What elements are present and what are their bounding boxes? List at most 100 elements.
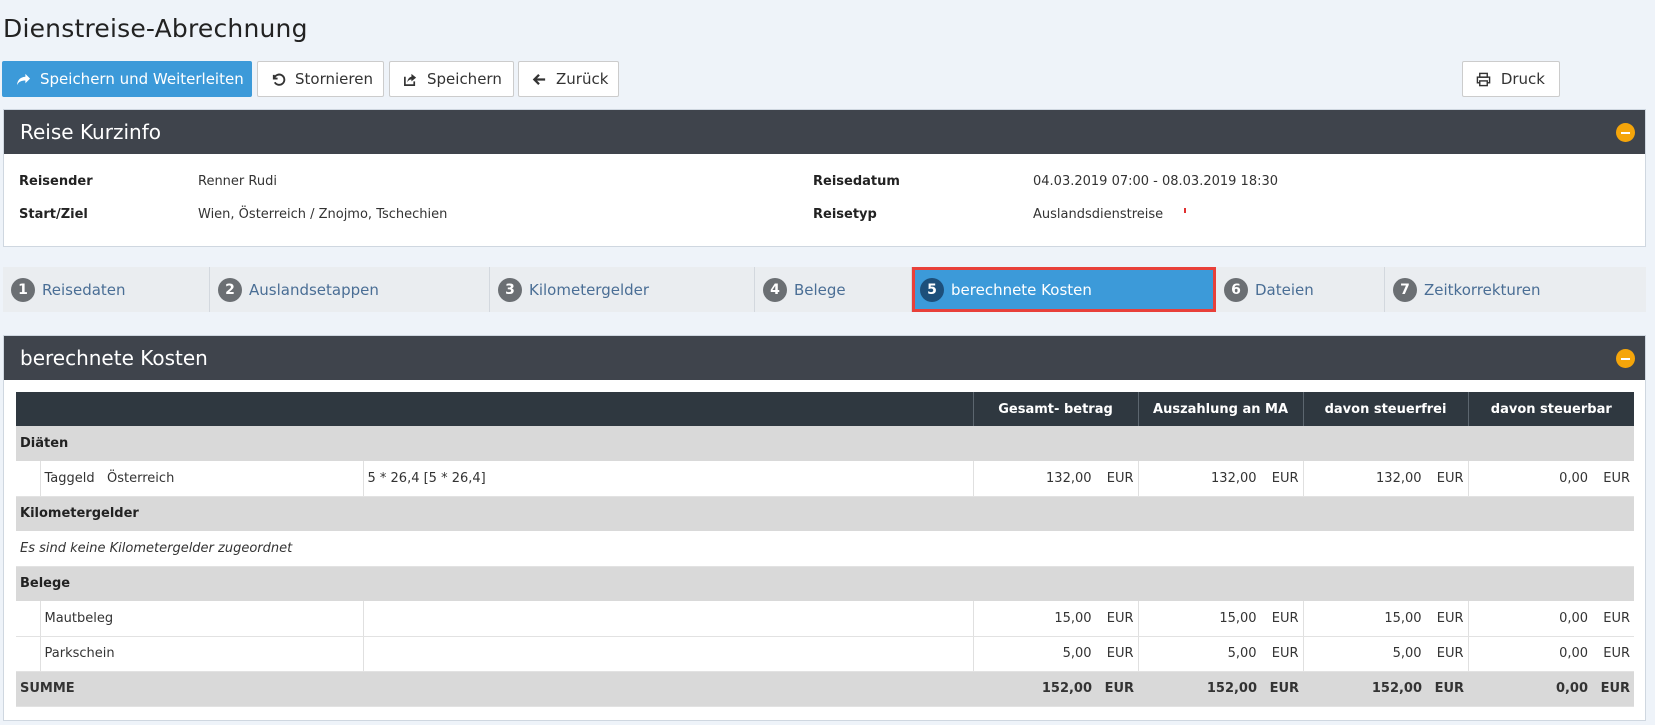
item-label: Parkschein [39, 636, 363, 672]
tab-reisedaten[interactable]: 1 Reisedaten [3, 267, 210, 312]
print-label: Druck [1500, 70, 1545, 88]
cancel-button[interactable]: Stornieren [257, 61, 384, 97]
save-and-forward-button[interactable]: Speichern und Weiterleiten [2, 61, 252, 97]
costs-panel: berechnete Kosten Gesamt- betrag Auszahl… [3, 335, 1646, 721]
sum-cell: 152,00 EUR [973, 671, 1139, 707]
date-value: 04.03.2019 07:00 - 08.03.2019 18:30 [1033, 174, 1279, 189]
save-label: Speichern [427, 70, 502, 88]
currency: EUR [1271, 610, 1299, 626]
trip-info-title: Reise Kurzinfo [20, 120, 161, 144]
currency: EUR [1603, 610, 1631, 626]
tab-dateien[interactable]: 6 Dateien [1216, 267, 1385, 312]
traveler-value: Renner Rudi [198, 174, 277, 189]
tab-zeitkorrekturen[interactable]: 7 Zeitkorrekturen [1385, 267, 1646, 312]
group-row-diaeten: Diäten [16, 426, 1635, 461]
column-header-tax-free: davon steuerfrei [1302, 392, 1469, 426]
currency: EUR [1436, 470, 1464, 486]
amount: 5,00 [1392, 646, 1422, 661]
sum-cell: 152,00 EUR [1303, 671, 1469, 707]
cancel-label: Stornieren [295, 70, 373, 88]
value-cell: 15,00 EUR [1302, 601, 1469, 637]
currency: EUR [1106, 470, 1134, 486]
trip-type-value: Auslandsdienstreise [1033, 207, 1164, 222]
table-row: Taggeld Österreich 5 * 26,4 [5 * 26,4] 1… [16, 461, 1635, 497]
step-number-badge: 4 [763, 277, 787, 302]
currency: EUR [1600, 681, 1631, 696]
sum-label: SUMME [16, 671, 974, 707]
tab-kilometergelder[interactable]: 3 Kilometergelder [490, 267, 755, 312]
tab-belege[interactable]: 4 Belege [755, 267, 912, 312]
amount: 0,00 [1559, 470, 1589, 486]
column-header-payout: Auszahlung an MA [1137, 392, 1304, 426]
amount: 0,00 [1559, 646, 1589, 661]
sum-cell: 152,00 EUR [1138, 671, 1304, 707]
required-marker [1184, 208, 1186, 213]
export-icon [403, 71, 418, 88]
column-header-total: Gesamt- betrag [972, 392, 1139, 426]
collapse-icon[interactable] [1616, 123, 1635, 142]
page-title: Dienstreise-Abrechnung [3, 14, 308, 43]
column-header-taxable: davon steuerbar [1467, 392, 1635, 426]
value-cell: 15,00 EUR [972, 601, 1139, 637]
tab-label: Zeitkorrekturen [1424, 280, 1541, 299]
collapse-icon[interactable] [1616, 349, 1635, 368]
empty-message: Es sind keine Kilometergelder zugeordnet [16, 531, 1635, 567]
printer-icon [1476, 71, 1492, 88]
step-tabs: 1 Reisedaten 2 Auslandsetappen 3 Kilomet… [3, 267, 1646, 312]
tab-berechnete-kosten[interactable]: 5 berechnete Kosten [912, 267, 1216, 312]
step-number-badge: 2 [218, 277, 242, 302]
table-row: Mautbeleg 15,00 EUR 15,00 EUR 15,00 EUR 0,0… [16, 601, 1635, 637]
print-button[interactable]: Druck [1462, 61, 1560, 97]
date-label: Reisedatum [813, 174, 900, 189]
amount: 5,00 [1227, 646, 1257, 661]
currency: EUR [1269, 681, 1300, 696]
item-formula [362, 636, 974, 672]
tab-label: Kilometergelder [529, 280, 650, 299]
tab-label: Reisedaten [42, 280, 126, 299]
amount: 15,00 [1384, 610, 1422, 626]
value-cell: 132,00 EUR [972, 461, 1139, 497]
value-cell: 132,00 EUR [1137, 461, 1304, 497]
step-number-badge: 1 [11, 277, 35, 302]
currency: EUR [1106, 610, 1134, 626]
back-label: Zurück [556, 70, 609, 88]
save-button[interactable]: Speichern [389, 61, 514, 97]
step-number-badge: 6 [1224, 277, 1248, 302]
currency: EUR [1271, 470, 1299, 486]
amount: 152,00 [1206, 681, 1258, 696]
amount: 15,00 [1054, 610, 1092, 626]
table-row: Parkschein 5,00 EUR 5,00 EUR 5,00 EUR 0,00 E… [16, 636, 1635, 672]
step-number-badge: 7 [1393, 277, 1417, 302]
amount: 132,00 [1211, 470, 1257, 486]
amount: 5,00 [1062, 646, 1092, 661]
currency: EUR [1603, 470, 1631, 486]
group-label: Kilometergelder [16, 496, 1635, 531]
amount: 132,00 [1376, 470, 1422, 486]
share-icon [16, 71, 31, 88]
group-label: Belege [16, 566, 1635, 601]
currency: EUR [1271, 646, 1299, 661]
undo-icon [271, 71, 286, 88]
trip-info-panel: Reise Kurzinfo Reisender Renner Rudi Sta… [3, 109, 1646, 247]
currency: EUR [1434, 681, 1465, 696]
traveler-label: Reisender [19, 174, 93, 189]
taggeld-label: Taggeld [44, 470, 95, 486]
amount: 152,00 [1041, 681, 1093, 696]
amount: 132,00 [1046, 470, 1092, 486]
empty-row: Es sind keine Kilometergelder zugeordnet [16, 531, 1635, 567]
costs-title: berechnete Kosten [20, 346, 208, 370]
step-number-badge: 3 [498, 277, 522, 302]
tab-auslandsetappen[interactable]: 2 Auslandsetappen [210, 267, 490, 312]
back-button[interactable]: Zurück [518, 61, 619, 97]
value-cell: 5,00 EUR [972, 636, 1139, 672]
item-label: Mautbeleg [39, 601, 363, 637]
amount: 152,00 [1371, 681, 1423, 696]
step-number-badge: 5 [920, 277, 944, 302]
amount: 0,00 [1559, 610, 1589, 626]
trip-info-body: Reisender Renner Rudi Start/Ziel Wien, Ö… [4, 154, 1645, 246]
sum-cell: 0,00 EUR [1468, 671, 1635, 707]
value-cell: 15,00 EUR [1137, 601, 1304, 637]
route-label: Start/Ziel [19, 207, 88, 222]
item-label: Taggeld Österreich [39, 461, 363, 497]
currency: EUR [1106, 646, 1134, 661]
